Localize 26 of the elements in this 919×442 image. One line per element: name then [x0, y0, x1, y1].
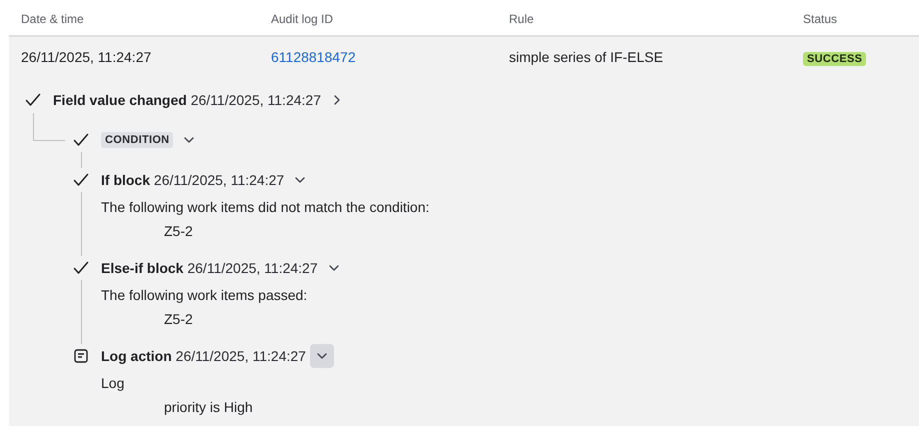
detail-text: Log — [101, 374, 126, 393]
status-badge: SUCCESS — [803, 52, 866, 66]
column-header: Status — [803, 12, 838, 27]
column-header: Date & time — [21, 12, 85, 27]
check-icon — [73, 133, 89, 147]
work-item: priority is High — [163, 398, 253, 417]
expand-button[interactable] — [310, 344, 334, 368]
check-icon — [73, 261, 89, 275]
check-icon — [25, 93, 41, 107]
work-item: Z5-2 — [163, 222, 194, 241]
check-icon — [73, 173, 89, 187]
step-title: If block 26/11/2025, 11:24:27 — [101, 172, 284, 188]
condition-tag: CONDITION — [101, 132, 174, 148]
column-header: Rule — [509, 12, 535, 27]
table-cell-text: 26/11/2025, 11:24:27 — [21, 48, 152, 67]
step-title: Field value changed 26/11/2025, 11:24:27 — [53, 92, 321, 108]
audit-link[interactable]: 61128818472 — [271, 49, 356, 65]
document-icon — [74, 349, 88, 363]
tree-connector — [33, 113, 65, 141]
table-cell-text: simple series of IF-ELSE — [509, 48, 664, 67]
work-item: Z5-2 — [163, 310, 194, 329]
column-header: Audit log ID — [271, 12, 334, 27]
detail-text: The following work items did not match the condition: — [101, 198, 430, 217]
step-title: Log action 26/11/2025, 11:24:27 — [101, 348, 306, 364]
detail-text: The following work items passed: — [101, 286, 308, 305]
step-title: Else-if block 26/11/2025, 11:24:27 — [101, 260, 318, 276]
